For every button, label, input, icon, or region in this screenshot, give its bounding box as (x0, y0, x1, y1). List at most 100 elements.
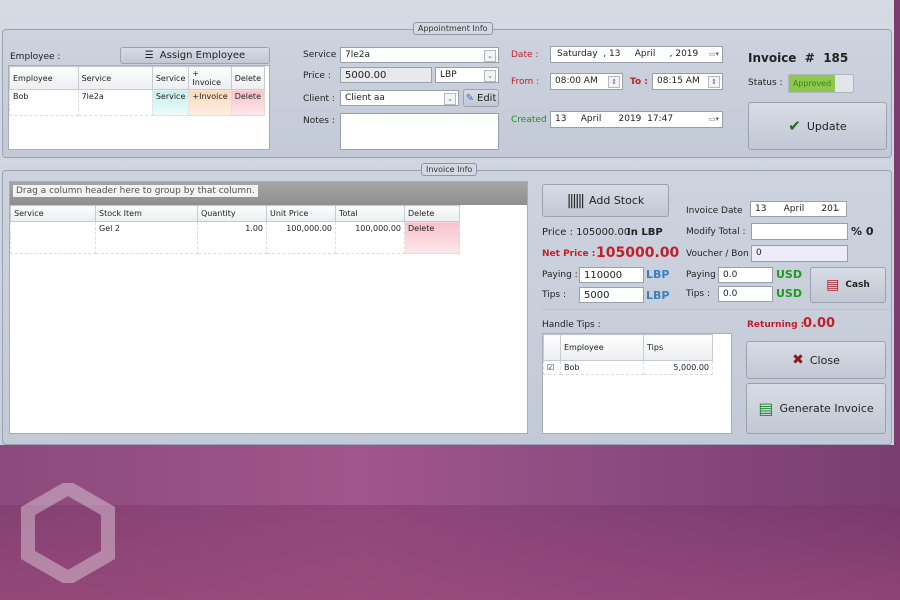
from-time-field[interactable]: 08:00 AM ⇕ (550, 73, 623, 90)
price-text: Price : 105000.00 (542, 227, 631, 238)
price-field[interactable]: 5000.00 (340, 67, 432, 83)
employee-cell: Bob (560, 360, 644, 375)
unit-price-cell[interactable]: 100,000.00 (266, 221, 336, 254)
pencil-icon: ✎ (465, 92, 474, 104)
price-label: Price : (303, 71, 331, 81)
usd-tips-field[interactable]: 0.0 (718, 286, 773, 302)
voucher-field[interactable]: 0 (751, 245, 848, 262)
total-cell: 100,000.00 (335, 221, 405, 254)
edit-client-button[interactable]: ✎ Edit (463, 89, 499, 107)
column-header[interactable]: Employee (9, 66, 79, 90)
handle-tips-label: Handle Tips : (542, 320, 601, 330)
table-row[interactable]: ☑ Bob 5,000.00 (543, 360, 713, 375)
status-toggle[interactable]: Approved (788, 74, 854, 93)
currency-select[interactable]: LBP ⌄ (435, 67, 499, 83)
tips-cell[interactable]: 5,000.00 (643, 360, 713, 375)
hexagon-logo-icon (21, 483, 115, 583)
client-label: Client : (303, 94, 335, 104)
usd-paying-field[interactable]: 0.0 (718, 267, 773, 283)
net-price-label: Net Price : (542, 249, 596, 259)
usd-tips-currency: USD (776, 287, 802, 300)
generate-invoice-button[interactable]: ▤ Generate Invoice (746, 383, 886, 434)
invoice-window: Appointment Info Employee : ☰ Assign Empl… (0, 0, 894, 445)
checkbox[interactable]: ☑ (543, 360, 561, 375)
voucher-label: Voucher / Bon # (686, 249, 760, 259)
column-header[interactable]: Tips (643, 334, 713, 361)
invoice-number: Invoice # 185 (748, 51, 849, 65)
invoice-date-picker[interactable]: 13 April 201 ⌄ (750, 201, 847, 217)
tips-label: Tips : (542, 290, 567, 300)
chevron-down-icon: ⌄ (484, 70, 496, 82)
column-header[interactable]: Unit Price (266, 205, 336, 222)
to-label: To : (630, 77, 648, 87)
notes-label: Notes : (303, 116, 335, 126)
add-invoice-button[interactable]: +Invoice (188, 89, 232, 116)
update-button[interactable]: ✔ Update (748, 102, 887, 150)
delete-button[interactable]: Delete (404, 221, 460, 254)
percent-text: % 0 (851, 225, 874, 238)
column-header[interactable]: Employee (560, 334, 644, 361)
table-row[interactable]: Bob 7le2a Service +Invoice Delete (9, 89, 266, 116)
checkmark-icon: ✔ (788, 117, 801, 135)
usd-tips-label: Tips : (686, 289, 711, 299)
group-hint: Drag a column header here to group by th… (13, 185, 258, 197)
column-header[interactable]: Service (10, 205, 96, 222)
cash-button[interactable]: ▤ Cash (810, 267, 886, 303)
delete-button[interactable]: Delete (230, 89, 266, 116)
date-picker[interactable]: Saturday , 13 April , 2019 ▭▾ (550, 46, 723, 63)
barcode-icon: |||||| (566, 192, 585, 209)
column-header[interactable]: + Invoice (188, 66, 232, 90)
net-price-value: 105000.00 (596, 245, 680, 261)
credit-card-icon: ▤ (826, 277, 840, 293)
service-button[interactable]: Service (151, 89, 190, 116)
service-label: Service : (303, 50, 343, 60)
column-header[interactable]: Delete (404, 205, 460, 222)
notes-field[interactable] (340, 113, 499, 150)
column-header[interactable]: Delete (230, 66, 266, 90)
column-header[interactable]: Service (77, 66, 153, 90)
stock-item-cell: Gel 2 (95, 221, 198, 254)
appointment-group-title: Appointment Info (413, 22, 493, 35)
returning-value: 0.00 (803, 316, 836, 331)
stock-grid: Drag a column header here to group by th… (9, 181, 528, 434)
paying-label: Paying : (542, 270, 578, 280)
add-stock-button[interactable]: |||||| Add Stock (542, 184, 669, 217)
tips-currency: LBP (646, 289, 670, 302)
date-label: Date : (511, 50, 539, 60)
close-icon: ✖ (792, 352, 804, 368)
calendar-icon: ▭▾ (708, 50, 720, 58)
assign-employee-button[interactable]: ☰ Assign Employee (120, 47, 270, 64)
chevron-down-icon: ⌄ (484, 50, 496, 62)
column-header (543, 334, 561, 361)
modify-total-field[interactable] (751, 223, 848, 240)
employee-grid: Employee Service Service + Invoice Delete Bo… (8, 65, 270, 150)
tips-field[interactable]: 5000 (579, 287, 644, 303)
service-cell: 7le2a (77, 89, 153, 116)
tips-grid: Employee Tips ☑ Bob 5,000.00 (542, 333, 732, 434)
table-row[interactable]: Gel 2 1.00 100,000.00 100,000.00 Delete (10, 221, 460, 254)
modify-total-label: Modify Total : (686, 227, 746, 237)
column-header[interactable]: Stock Item (95, 205, 198, 222)
paying-currency: LBP (646, 268, 670, 281)
service-select[interactable]: 7le2a ⌄ (340, 47, 499, 63)
spinner-icon: ⇕ (608, 76, 620, 88)
column-header[interactable]: Quantity (197, 205, 267, 222)
list-icon: ☰ (144, 50, 154, 61)
background-photo (0, 445, 900, 600)
employee-label: Employee : (10, 52, 61, 62)
from-label: From : (511, 77, 540, 87)
currency-text: In LBP (627, 227, 663, 238)
to-time-field[interactable]: 08:15 AM ⇕ (652, 73, 723, 90)
window-edge (894, 0, 900, 445)
invoice-group-title: Invoice Info (421, 163, 478, 176)
column-header[interactable]: Total (335, 205, 405, 222)
chevron-down-icon: ⌄ (835, 205, 841, 213)
employee-cell: Bob (9, 89, 79, 116)
close-button[interactable]: ✖ Close (746, 341, 886, 379)
quantity-cell[interactable]: 1.00 (197, 221, 267, 254)
created-date-picker[interactable]: 13 April 2019 17:47 ▭▾ (550, 111, 723, 128)
column-header[interactable]: Service (151, 66, 190, 90)
group-panel: Drag a column header here to group by th… (10, 182, 527, 205)
client-select[interactable]: Client aa ⌄ (340, 90, 459, 106)
paying-field[interactable]: 110000 (579, 267, 644, 283)
